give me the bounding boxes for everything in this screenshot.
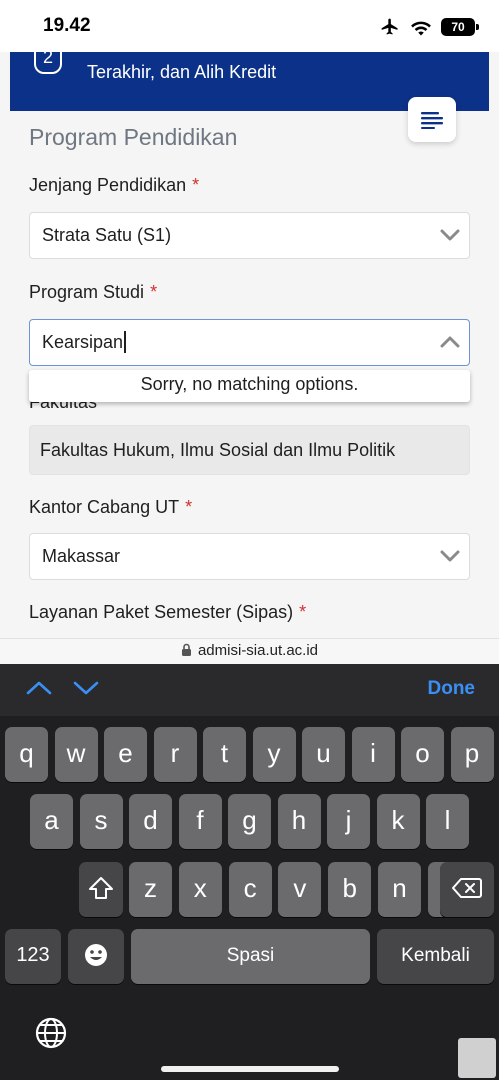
no-options-dropdown: Sorry, no matching options. (29, 370, 470, 402)
required-mark: * (299, 602, 307, 622)
key-v[interactable]: v (278, 862, 322, 917)
key-s[interactable]: s (79, 794, 123, 849)
url-bar[interactable]: admisi-sia.ut.ac.id (0, 638, 499, 664)
program-studi-label-text: Program Studi (29, 282, 145, 302)
emoji-icon (85, 944, 107, 967)
key-z[interactable]: z (129, 862, 172, 917)
step-title: Terakhir, dan Alih Kredit (87, 62, 277, 82)
key-u[interactable]: u (302, 727, 345, 782)
home-indicator (161, 1066, 339, 1072)
globe-icon[interactable] (34, 1016, 68, 1050)
key-j[interactable]: j (327, 794, 370, 849)
key-b[interactable]: b (328, 862, 372, 917)
status-time: 19.42 (43, 15, 91, 36)
jenjang-label: Jenjang Pendidikan * (29, 175, 199, 196)
layanan-label-text: Layanan Paket Semester (Sipas) (29, 602, 294, 622)
key-a[interactable]: a (30, 794, 73, 849)
key-k[interactable]: k (376, 794, 420, 849)
key-l[interactable]: l (426, 794, 469, 849)
emoji-key[interactable] (68, 929, 124, 984)
key-o[interactable]: o (401, 727, 444, 782)
step-number: 2 (34, 52, 62, 74)
fakultas-field: Fakultas Hukum, Ilmu Sosial dan Ilmu Pol… (29, 425, 470, 475)
web-page: 2 Terakhir, dan Alih Kredit Program Pend… (0, 52, 499, 638)
status-bar: 19.42 70 (0, 0, 499, 52)
airplane-icon (381, 18, 398, 35)
kantor-value: Makassar (42, 546, 121, 566)
lock-icon (181, 643, 191, 657)
key-w[interactable]: w (54, 727, 98, 782)
keys-area: qwertyuiop asdfghjkl zxcvbnm 123 Spasi K… (0, 716, 499, 1080)
next-field-icon[interactable] (73, 680, 99, 696)
key-n[interactable]: n (378, 862, 421, 917)
required-mark: * (192, 175, 200, 195)
required-mark: * (150, 282, 158, 302)
key-r[interactable]: r (153, 727, 197, 782)
fakultas-value: Fakultas Hukum, Ilmu Sosial dan Ilmu Pol… (40, 440, 396, 460)
program-studi-value: Kearsipan (42, 332, 124, 352)
battery-level: 70 (451, 20, 465, 34)
numbers-key[interactable]: 123 (5, 929, 61, 984)
text-cursor (124, 330, 127, 353)
chevron-down-icon (440, 229, 460, 241)
key-y[interactable]: y (252, 727, 296, 782)
key-e[interactable]: e (104, 727, 147, 782)
key-f[interactable]: f (178, 794, 222, 849)
kantor-label: Kantor Cabang UT * (29, 497, 192, 518)
key-q[interactable]: q (5, 727, 48, 782)
jenjang-label-text: Jenjang Pendidikan (29, 175, 187, 195)
program-studi-label: Program Studi * (29, 282, 157, 303)
jenjang-select[interactable]: Strata Satu (S1) (29, 212, 470, 259)
menu-button[interactable] (408, 97, 456, 142)
layanan-label: Layanan Paket Semester (Sipas) * (29, 602, 306, 623)
key-p[interactable]: p (450, 727, 494, 782)
key-x[interactable]: x (178, 862, 222, 917)
required-mark: * (185, 497, 193, 517)
space-key[interactable]: Spasi (131, 929, 370, 984)
keyboard: Done qwertyuiop asdfghjkl zxcvbnm 123 (0, 664, 499, 1080)
key-i[interactable]: i (351, 727, 395, 782)
program-studi-input[interactable]: Kearsipan (29, 319, 470, 366)
battery-indicator: 70 (441, 18, 479, 36)
shift-icon (89, 877, 113, 900)
key-c[interactable]: c (228, 862, 272, 917)
menu-lines-icon (421, 111, 443, 129)
chevron-down-icon (440, 550, 460, 562)
shift-key[interactable] (79, 862, 123, 917)
previous-field-icon[interactable] (26, 680, 52, 696)
backspace-icon (452, 878, 482, 899)
kantor-label-text: Kantor Cabang UT (29, 497, 180, 517)
key-h[interactable]: h (277, 794, 321, 849)
key-t[interactable]: t (203, 727, 246, 782)
url-text: admisi-sia.ut.ac.id (197, 642, 319, 659)
watermark-logo (458, 1038, 496, 1078)
key-d[interactable]: d (129, 794, 172, 849)
backspace-key[interactable] (440, 862, 494, 917)
wifi-icon (411, 21, 431, 36)
jenjang-value: Strata Satu (S1) (42, 225, 172, 245)
return-key[interactable]: Kembali (377, 929, 494, 984)
done-button[interactable]: Done (428, 678, 476, 700)
chevron-up-icon (440, 336, 460, 348)
section-title: Program Pendidikan (29, 124, 238, 150)
keyboard-accessory-bar: Done (0, 664, 499, 716)
status-icons: 70 (379, 16, 479, 38)
key-g[interactable]: g (228, 794, 271, 849)
kantor-select[interactable]: Makassar (29, 533, 470, 580)
